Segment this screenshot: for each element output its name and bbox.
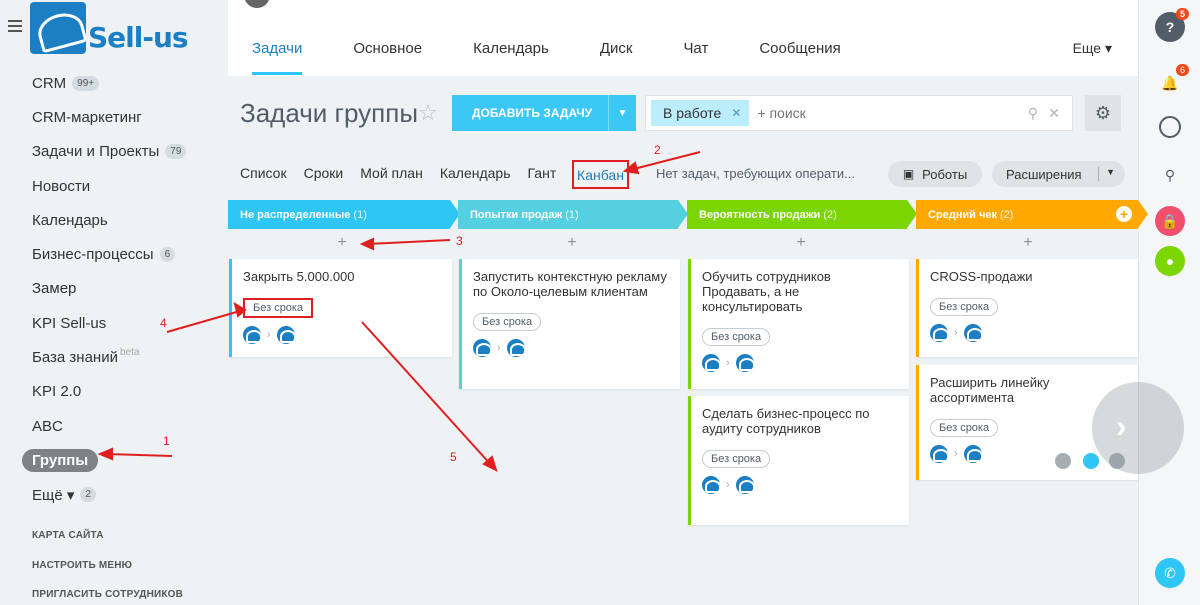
annotation-label-3: 3 [456,234,463,248]
annotation-arrow-2 [629,151,701,171]
annotation-arrow-4 [166,310,241,333]
annotation-arrow-5 [361,321,493,467]
annotation-overlay [97,151,701,472]
annotation-label-5: 5 [450,450,457,464]
annotation-label-2: 2 [654,143,661,157]
annotation-arrowhead-1 [97,447,113,461]
annotation-label-1: 1 [163,434,170,448]
annotation-label-4: 4 [160,316,167,330]
annotation-arrowhead-4 [233,301,247,318]
annotation-arrowhead-2 [622,161,640,175]
annotation-arrow-1 [104,453,173,457]
annotation-arrow-3 [366,239,451,245]
annotation-arrowhead-3 [359,237,374,251]
